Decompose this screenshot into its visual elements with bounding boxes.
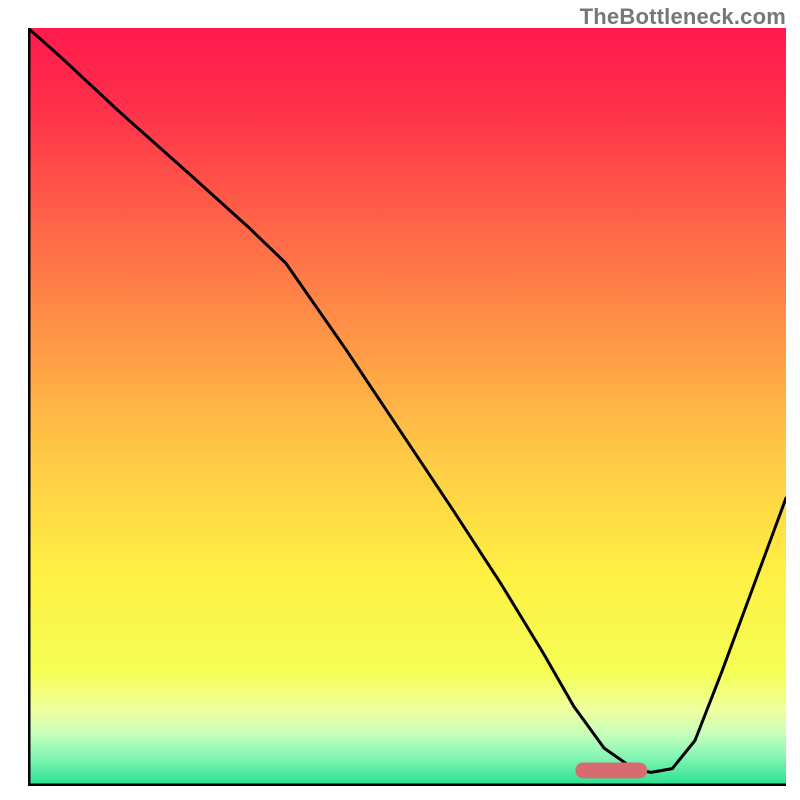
watermark-text: TheBottleneck.com <box>580 4 786 30</box>
plot-overlay <box>28 28 786 786</box>
plot-area <box>28 28 786 786</box>
bottleneck-marker <box>575 763 647 779</box>
chart-container: TheBottleneck.com <box>0 0 800 800</box>
bottleneck-curve <box>28 28 786 772</box>
axes <box>28 28 786 786</box>
